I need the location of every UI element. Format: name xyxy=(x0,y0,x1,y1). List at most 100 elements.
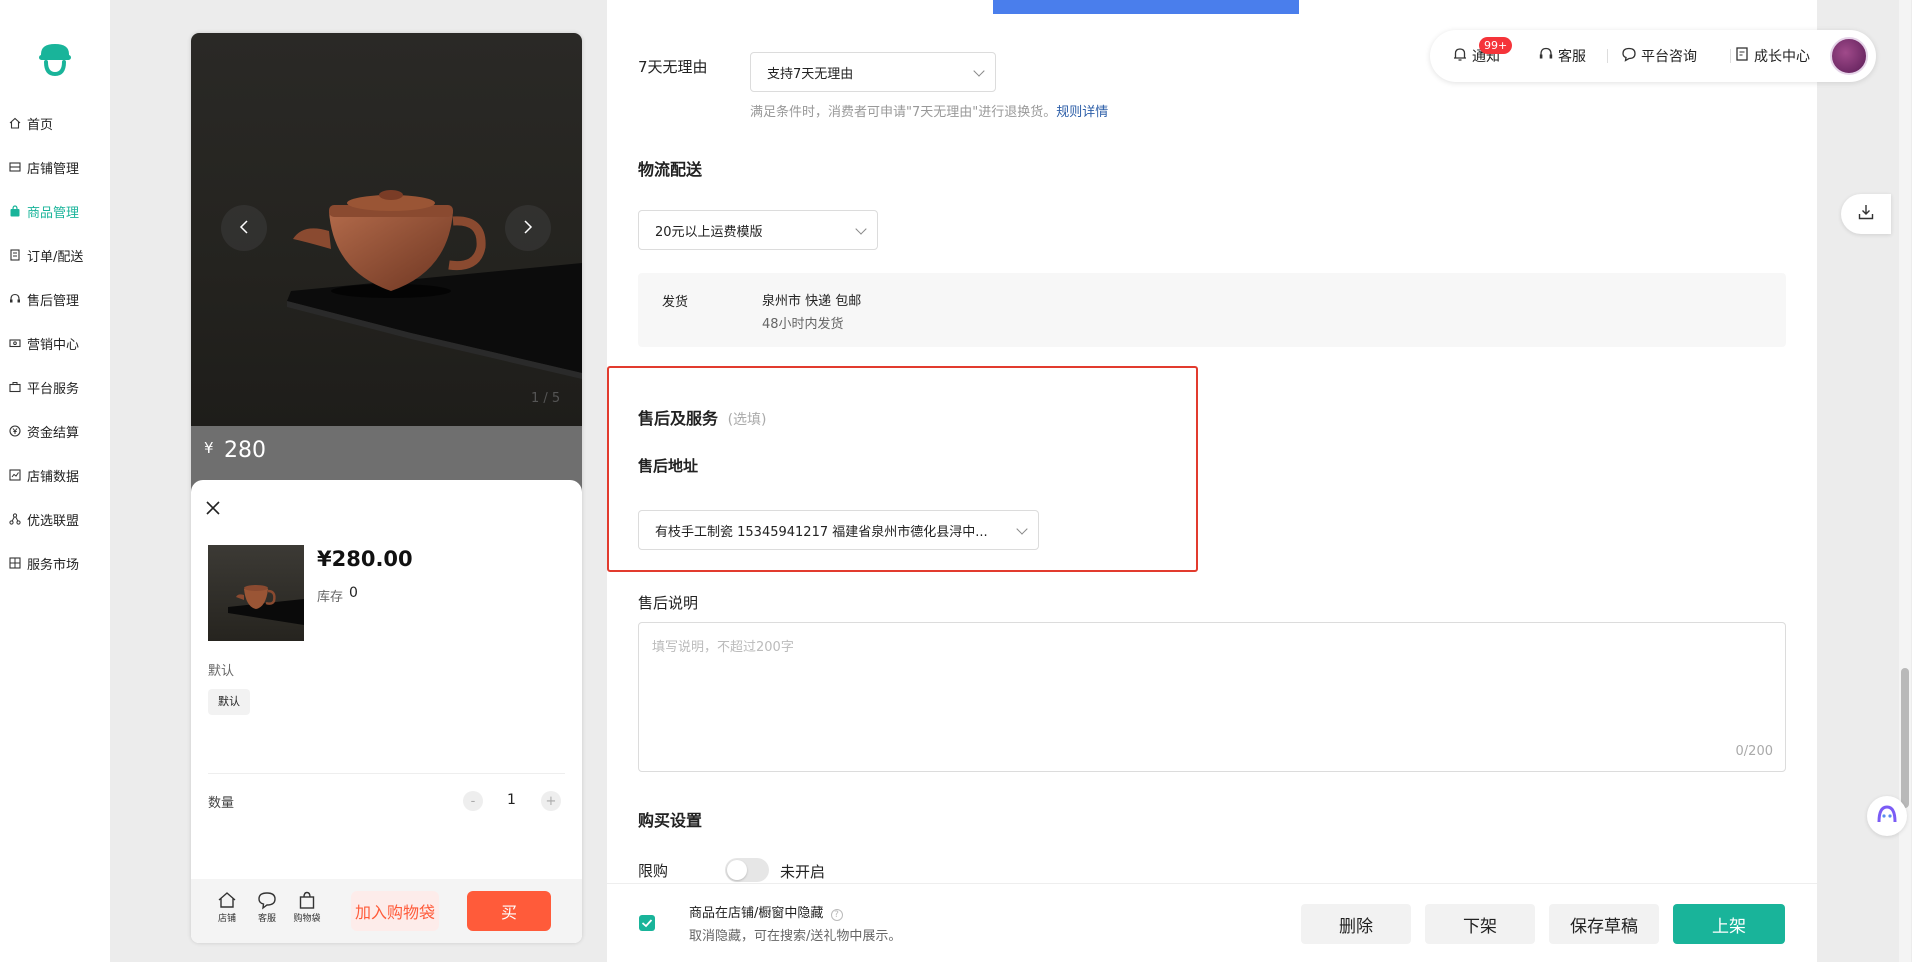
freight-template-value: 20元以上运费模版 xyxy=(655,224,763,240)
rule-details-link[interactable]: 规则详情 xyxy=(1056,105,1108,120)
sidebar-item-shop[interactable]: 店铺管理 xyxy=(8,156,79,178)
limit-toggle[interactable] xyxy=(725,858,769,882)
sidebar-item-label: 售后管理 xyxy=(27,293,80,309)
delete-button[interactable]: 删除 xyxy=(1301,904,1411,944)
briefcase-icon xyxy=(8,380,22,394)
chevron-down-icon xyxy=(973,65,985,77)
sidebar: 首页 店铺管理 商品管理 订单/配送 售后管理 营销中心 平台服务 资金结算 店… xyxy=(0,0,110,962)
add-to-cart-button[interactable]: 加入购物袋 xyxy=(351,891,439,931)
bag-icon xyxy=(8,204,22,218)
sidebar-item-home[interactable]: 首页 xyxy=(8,112,53,134)
spec-group-label: 默认 xyxy=(208,664,235,679)
assistant-icon xyxy=(1876,803,1898,829)
sidebar-item-products[interactable]: 商品管理 xyxy=(8,200,79,222)
save-draft-button[interactable]: 保存草稿 xyxy=(1549,904,1659,944)
quantity-plus-button[interactable]: + xyxy=(541,791,561,811)
divider xyxy=(208,773,565,774)
download-button[interactable] xyxy=(1841,194,1891,234)
shop-tab-label: 店铺 xyxy=(217,914,236,924)
publish-button[interactable]: 上架 xyxy=(1673,904,1785,944)
sidebar-item-finance[interactable]: 资金结算 xyxy=(8,420,79,442)
sidebar-item-label: 店铺数据 xyxy=(27,469,80,485)
chevron-left-icon xyxy=(238,219,250,238)
freight-template-select[interactable]: 20元以上运费模版 xyxy=(638,210,878,250)
preview-bottom-bar: 店铺 客服 购物袋 加入购物袋 买 xyxy=(191,879,582,943)
after-sales-address-title: 售后地址 xyxy=(638,457,699,475)
sidebar-item-label: 店铺管理 xyxy=(27,161,80,177)
sidebar-item-label: 首页 xyxy=(27,117,54,133)
seven-day-hint: 满足条件时，消费者可申请"7天无理由"进行退换货。规则详情 xyxy=(750,101,1108,120)
product-form: 7天无理由 支持7天无理由 满足条件时，消费者可申请"7天无理由"进行退换货。规… xyxy=(607,0,1817,962)
purchase-settings-title: 购买设置 xyxy=(638,811,703,830)
headset-icon xyxy=(1538,46,1554,66)
chart-icon xyxy=(8,468,22,482)
ship-time: 48小时内发货 xyxy=(762,317,844,332)
after-sales-title-text: 售后及服务 xyxy=(638,409,719,428)
network-icon xyxy=(8,512,22,526)
growth-center-button[interactable]: 成长中心 xyxy=(1734,46,1810,66)
service-tab[interactable]: 客服 xyxy=(253,890,281,924)
after-sales-address-value: 有枝手工制瓷 15345941217 福建省泉州市德化县浔中... xyxy=(655,524,988,540)
optional-tag: (选填) xyxy=(727,412,767,428)
sidebar-item-platform[interactable]: 平台服务 xyxy=(8,376,79,398)
shopping-bag-icon xyxy=(297,891,317,914)
yen-icon xyxy=(8,424,22,438)
growth-center-label: 成长中心 xyxy=(1754,49,1810,65)
cart-tab-label: 购物袋 xyxy=(293,914,321,924)
shop-tab[interactable]: 店铺 xyxy=(213,890,241,924)
sidebar-item-label: 资金结算 xyxy=(27,425,80,441)
help-icon[interactable]: ? xyxy=(830,909,843,921)
notify-badge: 99+ xyxy=(1479,37,1513,54)
carousel-prev-button[interactable] xyxy=(221,205,267,251)
sku-price: ¥280.00 xyxy=(317,547,413,571)
home-icon xyxy=(8,116,22,130)
consult-button[interactable]: 平台咨询 xyxy=(1621,46,1697,66)
service-tab-label: 客服 xyxy=(257,914,276,924)
home-icon xyxy=(217,892,237,914)
chat-icon xyxy=(1621,46,1637,66)
chevron-down-icon xyxy=(1016,523,1028,535)
sku-selector-sheet: ¥280.00 库存 0 默认 默认 数量 - 1 + xyxy=(191,480,582,943)
chat-bubble-icon xyxy=(257,892,277,914)
sidebar-item-marketing[interactable]: 营销中心 xyxy=(8,332,79,354)
sidebar-item-data[interactable]: 店铺数据 xyxy=(8,464,79,486)
consult-label: 平台咨询 xyxy=(1641,49,1697,65)
toggle-knob xyxy=(727,860,747,880)
sidebar-item-after-sales[interactable]: 售后管理 xyxy=(8,288,79,310)
quantity-minus-button[interactable]: - xyxy=(463,791,483,811)
desc-counter: 0/200 xyxy=(1735,744,1773,759)
toolbar-divider xyxy=(1730,49,1731,63)
sku-thumbnail xyxy=(208,545,304,641)
strip-price: 280 xyxy=(224,438,266,463)
after-sales-desc-textarea[interactable]: 填写说明，不超过200字 0/200 xyxy=(638,622,1786,772)
unlist-button[interactable]: 下架 xyxy=(1425,904,1535,944)
grid-icon xyxy=(8,556,22,570)
limit-label: 限购 xyxy=(638,862,669,880)
service-button[interactable]: 客服 xyxy=(1538,46,1586,66)
mobile-preview: 1 / 5 ¥ 280 ¥280.00 库存 0 默认 默认 数量 - 1 + … xyxy=(191,33,582,943)
after-sales-address-select[interactable]: 有枝手工制瓷 15345941217 福建省泉州市德化县浔中... xyxy=(638,510,1039,550)
document-icon xyxy=(1734,46,1750,66)
sidebar-item-label: 订单/配送 xyxy=(27,249,84,265)
scrollbar-thumb[interactable] xyxy=(1901,668,1909,808)
cart-tab[interactable]: 购物袋 xyxy=(290,890,324,924)
carousel-next-button[interactable] xyxy=(505,205,551,251)
seven-day-hint-text: 满足条件时，消费者可申请"7天无理由"进行退换货。 xyxy=(750,105,1057,120)
hide-label: 商品在店铺/橱窗中隐藏 ? xyxy=(689,902,843,921)
close-icon[interactable] xyxy=(205,500,221,516)
popover-edge xyxy=(993,0,1299,14)
ai-assistant-button[interactable] xyxy=(1867,796,1907,836)
sidebar-item-market[interactable]: 服务市场 xyxy=(8,552,79,574)
ship-info: 泉州市 快递 包邮 xyxy=(762,294,862,309)
hide-label-text: 商品在店铺/橱窗中隐藏 xyxy=(689,906,824,921)
desc-placeholder: 填写说明，不超过200字 xyxy=(652,640,794,655)
avatar[interactable] xyxy=(1830,37,1868,75)
hide-checkbox[interactable] xyxy=(639,915,655,931)
sidebar-item-alliance[interactable]: 优选联盟 xyxy=(8,508,79,530)
seven-day-select[interactable]: 支持7天无理由 xyxy=(750,52,996,92)
spec-option[interactable]: 默认 xyxy=(208,689,250,715)
sidebar-item-orders[interactable]: 订单/配送 xyxy=(8,244,83,266)
stock-value: 0 xyxy=(349,585,358,601)
top-toolbar: 通知 99+ 客服 平台咨询 成长中心 xyxy=(1430,30,1876,82)
buy-button[interactable]: 买 xyxy=(467,891,551,931)
